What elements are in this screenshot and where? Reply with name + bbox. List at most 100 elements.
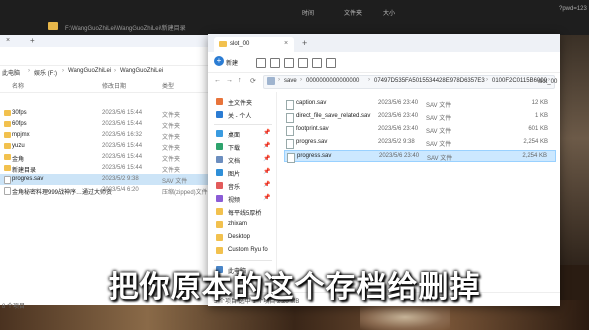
item-type: 文件夹: [162, 113, 181, 119]
copy-icon[interactable]: [270, 58, 280, 68]
folder-icon: [216, 234, 223, 241]
nav-item[interactable]: 音乐 📌: [208, 180, 276, 192]
address-crumb[interactable]: 0000000000000000: [306, 78, 359, 84]
folder-icon: [4, 121, 11, 127]
column-name[interactable]: 名称: [12, 81, 24, 90]
back-icon[interactable]: ←: [214, 77, 221, 84]
file-row[interactable]: caption.sav 2023/5/6 23:40 SAV 文件 12 KB: [284, 98, 556, 110]
breadcrumb-item[interactable]: 娱乐 (F:): [34, 68, 57, 77]
list-item[interactable]: yuzu 2023/5/6 15:44 文件夹: [0, 141, 215, 152]
nav-item[interactable]: 桌面 📌: [208, 128, 276, 140]
file-name: footprint.sav: [296, 126, 329, 132]
file-icon: [286, 113, 294, 123]
refresh-icon[interactable]: ⟳: [250, 77, 256, 85]
column-modified[interactable]: 时间: [302, 8, 314, 17]
path-text[interactable]: F:\WangGuoZhiLei\WangGuoZhiLei\新建目录: [65, 23, 186, 32]
list-item[interactable]: progres.sav 2023/5/2 9:38 SAV 文件: [0, 174, 215, 185]
file-icon: [287, 153, 295, 163]
column-size[interactable]: 大小: [383, 8, 395, 17]
nav-item[interactable]: Custom Ryu fo: [208, 245, 276, 257]
file-name: caption.sav: [296, 100, 327, 106]
nav-item[interactable]: 关 - 个人: [208, 109, 276, 121]
new-button[interactable]: + 新建: [214, 56, 244, 68]
list-item[interactable]: 金角秘密料理999战神序…通过大师资 2023/5/4 6:20 压缩(zipped…: [0, 185, 215, 196]
left-toolbar: [0, 47, 215, 66]
new-button-label: 新建: [226, 61, 239, 67]
pin-icon[interactable]: 📌: [263, 129, 270, 136]
close-icon[interactable]: ×: [284, 40, 288, 47]
item-date: 2023/5/6 15:44: [102, 154, 143, 160]
pin-icon[interactable]: 📌: [263, 155, 270, 162]
item-date: 2023/5/4 6:20: [102, 187, 139, 193]
address-crumb[interactable]: save: [284, 78, 297, 84]
breadcrumb-item[interactable]: WangGuoZhiLei: [68, 68, 111, 74]
up-icon[interactable]: ↑: [238, 77, 242, 84]
videos-icon: [216, 195, 223, 202]
item-name: mpjmx: [12, 132, 30, 138]
file-row[interactable]: direct_file_save_related.sav 2023/5/6 23:…: [284, 111, 556, 123]
item-name: 30fps: [12, 110, 27, 116]
item-type: 文件夹: [162, 157, 181, 163]
nav-item[interactable]: zhixam: [208, 219, 276, 231]
item-type: 文件夹: [162, 124, 181, 130]
rename-icon[interactable]: [298, 58, 308, 68]
nav-item[interactable]: 图片 📌: [208, 167, 276, 179]
pin-icon[interactable]: 📌: [263, 181, 270, 188]
close-icon[interactable]: ×: [6, 37, 10, 44]
nav-item[interactable]: 主文件夹: [208, 96, 276, 108]
delete-icon[interactable]: [326, 58, 336, 68]
file-size: 2,254 KB: [522, 153, 547, 159]
column-type[interactable]: 类型: [162, 81, 174, 90]
desktop-icon: [216, 130, 223, 137]
file-row[interactable]: progres.sav 2023/5/2 9:38 SAV 文件 2,254 KB: [284, 137, 556, 149]
address-crumb[interactable]: 07497D535FA5015534428E978D6357E3: [374, 78, 485, 84]
address-field[interactable]: › save › 0000000000000000 › 07497D535FA5…: [263, 75, 555, 89]
nav-item-label: 文档: [228, 159, 241, 165]
list-item[interactable]: 30fps 2023/5/6 15:44 文件夹: [0, 108, 215, 119]
column-type[interactable]: 文件夹: [344, 8, 362, 17]
nav-item[interactable]: Desktop: [208, 232, 276, 244]
new-tab-icon[interactable]: +: [302, 38, 307, 48]
breadcrumb-item[interactable]: WangGuoZhiLei: [120, 68, 163, 74]
file-date: 2023/5/6 23:40: [378, 113, 419, 119]
list-item[interactable]: mpjmx 2023/5/6 16:32 文件夹: [0, 130, 215, 141]
file-row[interactable]: footprint.sav 2023/5/6 23:40 SAV 文件 601 KB: [284, 124, 556, 136]
file-type: SAV 文件: [426, 103, 452, 109]
list-item[interactable]: 金角 2023/5/6 15:44 文件夹: [0, 152, 215, 163]
item-name: 金角秘密料理999战神序…通过大师资: [12, 190, 113, 196]
nav-item-label: 主文件夹: [228, 101, 253, 107]
pin-icon[interactable]: 📌: [263, 168, 270, 175]
folder-icon: [216, 247, 223, 254]
share-icon[interactable]: [312, 58, 322, 68]
item-type: 压缩(zipped)文件: [162, 190, 208, 196]
file-name: progress.sav: [297, 153, 332, 159]
nav-item-label: Desktop: [228, 234, 251, 240]
address-crumb-current[interactable]: slot_00: [538, 79, 557, 85]
forward-icon[interactable]: →: [226, 77, 233, 84]
nav-item-label: 图片: [228, 172, 241, 178]
nav-item[interactable]: 文档 📌: [208, 154, 276, 166]
url-fragment: ?pwd=123: [559, 6, 587, 12]
left-file-list: 30fps 2023/5/6 15:44 文件夹 60fps 2023/5/6 15:4…: [0, 108, 215, 218]
nav-item[interactable]: 下载 📌: [208, 141, 276, 153]
file-icon: [286, 126, 294, 136]
file-row[interactable]: progress.sav 2023/5/6 23:40 SAV 文件 2,254 KB: [284, 150, 556, 163]
nav-item-label: 每平线5厚桥: [228, 211, 262, 217]
pin-icon[interactable]: 📌: [263, 194, 270, 201]
column-header: 名称 修改日期 类型: [0, 78, 215, 93]
list-item[interactable]: 新建目录 2023/5/6 15:44 文件夹: [0, 163, 215, 174]
nav-item[interactable]: 视频 📌: [208, 193, 276, 205]
tab-slot-00[interactable]: slot_00 ×: [214, 37, 294, 52]
folder-icon: [219, 41, 227, 47]
column-date[interactable]: 修改日期: [102, 81, 126, 90]
new-tab-icon[interactable]: +: [30, 36, 35, 45]
nav-item[interactable]: 每平线5厚桥: [208, 206, 276, 218]
breadcrumb-item[interactable]: 此电脑: [2, 68, 20, 77]
cut-icon[interactable]: [256, 58, 266, 68]
folder-icon: [4, 132, 11, 138]
home-icon: [216, 98, 223, 105]
list-item[interactable]: 60fps 2023/5/6 15:44 文件夹: [0, 119, 215, 130]
paste-icon[interactable]: [284, 58, 294, 68]
pin-icon[interactable]: 📌: [263, 142, 270, 149]
item-name: 新建目录: [12, 168, 37, 174]
